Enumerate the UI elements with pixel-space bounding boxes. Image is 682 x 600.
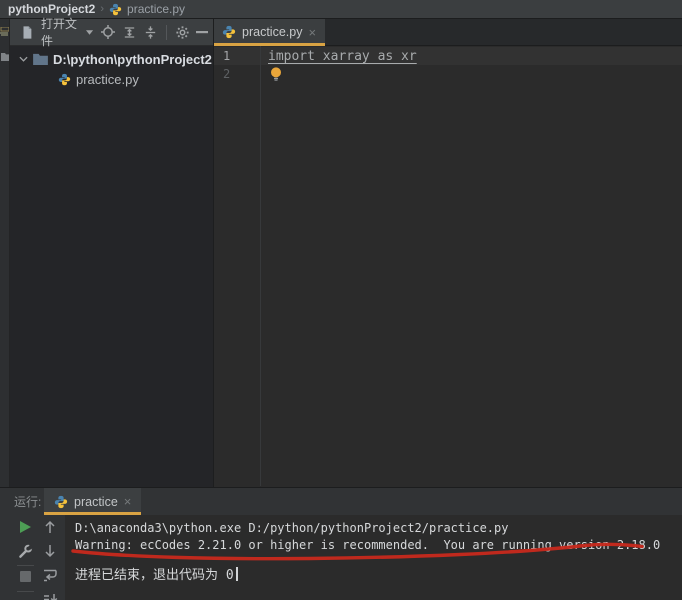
breadcrumb-project[interactable]: pythonProject2 bbox=[8, 2, 95, 16]
tree-file-label: practice.py bbox=[76, 72, 139, 87]
console-warning-line: Warning: ecCodes 2.21.0 or higher is rec… bbox=[75, 537, 682, 554]
breadcrumb-separator: › bbox=[100, 3, 104, 15]
close-icon[interactable]: × bbox=[308, 26, 316, 39]
expand-all-icon[interactable] bbox=[121, 22, 138, 42]
folder-icon bbox=[33, 53, 48, 65]
code-line-1[interactable]: 1 import xarray as xr bbox=[214, 47, 682, 65]
lightbulb-icon[interactable] bbox=[270, 67, 282, 81]
code-text-import[interactable]: import xarray as xr bbox=[260, 49, 417, 64]
tool-window-stripe bbox=[0, 19, 10, 487]
toolbar-divider bbox=[166, 25, 167, 40]
project-tool-window-icon[interactable] bbox=[0, 27, 9, 37]
close-icon[interactable]: × bbox=[124, 495, 132, 508]
folder-stripe-icon[interactable] bbox=[0, 53, 9, 61]
open-file-icon[interactable] bbox=[19, 22, 35, 42]
python-icon bbox=[109, 3, 122, 16]
wrench-icon[interactable] bbox=[17, 543, 33, 559]
python-icon bbox=[58, 73, 71, 86]
editor-tab-practice[interactable]: practice.py × bbox=[214, 19, 325, 45]
run-toolbar bbox=[0, 515, 65, 600]
line-number: 2 bbox=[214, 67, 260, 81]
console-exit-line: 进程已结束，退出代码为 0 bbox=[75, 567, 682, 584]
tree-root-node[interactable]: D:\python\pythonProject2 bbox=[10, 49, 213, 69]
python-icon bbox=[54, 495, 68, 509]
open-file-button[interactable]: 打开文件 bbox=[39, 15, 95, 49]
tree-file-node[interactable]: practice.py bbox=[10, 69, 213, 89]
editor-tab-label: practice.py bbox=[242, 25, 302, 39]
run-tab-label: practice bbox=[74, 495, 118, 509]
code-line-2[interactable]: 2 bbox=[214, 65, 682, 83]
collapse-all-icon[interactable] bbox=[142, 22, 159, 42]
up-stack-icon[interactable] bbox=[42, 519, 58, 535]
run-header: 运行: practice × bbox=[0, 488, 682, 515]
project-toolbar: 打开文件 bbox=[10, 19, 213, 46]
rerun-icon[interactable] bbox=[17, 519, 33, 535]
soft-wrap-icon[interactable] bbox=[42, 567, 58, 583]
chevron-down-icon[interactable] bbox=[19, 56, 28, 62]
run-tab-practice[interactable]: practice × bbox=[44, 488, 141, 515]
console-command-line: D:\anaconda3\python.exe D:/python/python… bbox=[75, 520, 682, 537]
stop-icon[interactable] bbox=[17, 568, 33, 584]
scroll-to-end-icon[interactable] bbox=[42, 593, 58, 600]
run-panel-title: 运行: bbox=[0, 493, 44, 510]
gutter-divider bbox=[260, 46, 261, 486]
breadcrumb-file[interactable]: practice.py bbox=[127, 2, 185, 16]
dropdown-arrow-icon bbox=[86, 30, 93, 35]
down-stack-icon[interactable] bbox=[42, 543, 58, 559]
breadcrumb: pythonProject2 › practice.py bbox=[0, 0, 682, 19]
text-caret bbox=[236, 567, 238, 581]
settings-gear-icon[interactable] bbox=[174, 22, 191, 42]
toolbar-divider bbox=[17, 591, 34, 592]
run-console[interactable]: D:\anaconda3\python.exe D:/python/python… bbox=[65, 515, 682, 600]
toolbar-divider bbox=[17, 565, 34, 566]
project-panel: 打开文件 bbox=[10, 19, 213, 487]
run-tool-window: 运行: practice × bbox=[0, 487, 682, 600]
hide-panel-icon[interactable] bbox=[195, 22, 209, 42]
run-body: D:\anaconda3\python.exe D:/python/python… bbox=[0, 515, 682, 600]
editor-body[interactable]: 1 import xarray as xr 2 bbox=[214, 46, 682, 486]
project-tree: D:\python\pythonProject2 practice.py bbox=[10, 46, 213, 89]
tree-root-label: D:\python\pythonProject2 bbox=[53, 52, 212, 67]
open-file-label: 打开文件 bbox=[41, 15, 83, 49]
exit-text: 进程已结束，退出代码为 0 bbox=[75, 568, 234, 583]
python-icon bbox=[222, 25, 236, 39]
editor: practice.py × 1 import xarray as xr 2 bbox=[213, 19, 682, 487]
editor-tab-strip: practice.py × bbox=[214, 19, 682, 46]
locate-file-icon[interactable] bbox=[99, 22, 117, 42]
line-number: 1 bbox=[214, 49, 260, 63]
